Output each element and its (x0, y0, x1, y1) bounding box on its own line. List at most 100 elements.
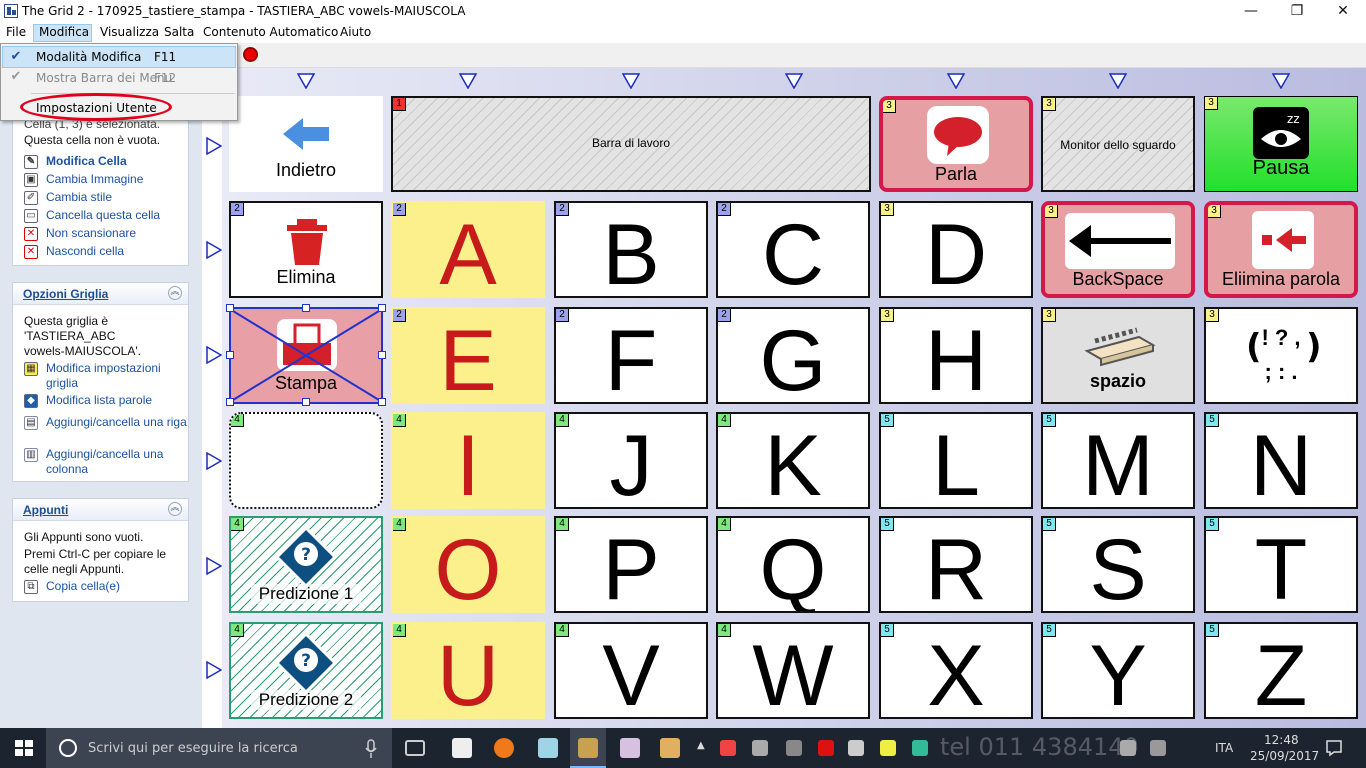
firefox-icon[interactable] (494, 738, 514, 758)
cell-stampa[interactable]: Stampa (229, 307, 383, 404)
menu-file[interactable]: File (6, 25, 26, 39)
column-scan-marker-icon[interactable] (459, 73, 477, 89)
cell-punteggiatura[interactable]: 3 ( ) ! ? , ; : . (1204, 307, 1358, 404)
column-scan-marker-icon[interactable] (297, 73, 315, 89)
app-icon[interactable] (4, 4, 18, 18)
cell-predizione-1[interactable]: 4 ? Predizione 1 (229, 516, 383, 613)
cambia-stile-link[interactable]: ✐ Cambia stile (24, 190, 112, 205)
volume-icon[interactable] (1150, 740, 1166, 756)
menu-visualizza[interactable]: Visualizza (100, 25, 159, 39)
cell-vowel-i[interactable]: 4I (391, 412, 545, 509)
menu-salta[interactable]: Salta (164, 25, 194, 39)
cell-letter-t[interactable]: 5T (1204, 516, 1358, 613)
cancella-cella-link[interactable]: ▭ Cancella questa cella (24, 208, 160, 223)
menu-item-mostra-barra[interactable]: Mostra Barra dei Menu (36, 71, 172, 85)
tray-icon[interactable] (720, 740, 736, 756)
row-scan-marker-icon[interactable] (206, 557, 222, 575)
microphone-icon[interactable] (364, 739, 378, 759)
column-scan-marker-icon[interactable] (1272, 73, 1290, 89)
cell-vowel-o[interactable]: 4O (391, 516, 545, 613)
cell-barra-di-lavoro[interactable]: 1 Barra di lavoro (391, 96, 871, 192)
grid-options-header[interactable]: Opzioni Griglia ︽ (13, 283, 188, 305)
maximize-button[interactable]: ❐ (1274, 0, 1320, 23)
cell-letter-h[interactable]: 3H (879, 307, 1033, 404)
resize-handle[interactable] (302, 304, 310, 312)
copia-celle-link[interactable]: ⧉ Copia cella(e) (24, 579, 120, 594)
cell-letter-r[interactable]: 5R (879, 516, 1033, 613)
menu-aiuto[interactable]: Aiuto (340, 25, 371, 39)
menu-modifica[interactable]: Modifica (39, 25, 89, 39)
minimize-button[interactable]: — (1228, 0, 1274, 23)
app-icon[interactable] (620, 738, 640, 758)
clock-date[interactable]: 25/09/2017 (1250, 749, 1319, 763)
clock-time[interactable]: 12:48 (1264, 733, 1299, 747)
record-icon[interactable] (243, 47, 258, 62)
cell-indietro[interactable]: Indietro (229, 96, 383, 192)
modifica-lista-parole-link[interactable]: ◆ Modifica lista parole (24, 393, 152, 408)
pen-icon[interactable] (1120, 740, 1136, 756)
resize-handle[interactable] (226, 304, 234, 312)
row-scan-marker-icon[interactable] (206, 241, 222, 259)
tray-icon[interactable] (912, 740, 928, 756)
cell-letter-x[interactable]: 5X (879, 622, 1033, 719)
nascondi-cella-link[interactable]: ✕ Nascondi cella (24, 244, 124, 259)
menu-item-modalita-modifica[interactable]: Modalità Modifica (36, 50, 141, 64)
cell-letter-b[interactable]: 2B (554, 201, 708, 298)
modifica-cella-link[interactable]: ✎ Modifica Cella (24, 154, 127, 169)
resize-handle[interactable] (226, 351, 234, 359)
cell-spazio[interactable]: 3 spazio (1041, 307, 1195, 404)
resize-handle[interactable] (378, 304, 386, 312)
cell-letter-s[interactable]: 5S (1041, 516, 1195, 613)
wifi-icon[interactable] (786, 740, 802, 756)
tray-icon[interactable] (848, 740, 864, 756)
cell-letter-v[interactable]: 4V (554, 622, 708, 719)
windows-start-icon[interactable] (15, 740, 33, 756)
collapse-icon[interactable]: ︽ (168, 502, 182, 516)
row-scan-marker-icon[interactable] (206, 661, 222, 679)
cell-letter-m[interactable]: 5M (1041, 412, 1195, 509)
cell-backspace[interactable]: 3 BackSpace (1041, 201, 1195, 298)
cell-letter-c[interactable]: 2C (716, 201, 870, 298)
cell-letter-d[interactable]: 3D (879, 201, 1033, 298)
app-icon[interactable] (660, 738, 680, 758)
modifica-impostazioni-griglia-link[interactable]: ▦ Modifica impostazioni griglia (24, 361, 189, 391)
cell-vowel-a[interactable]: 2A (391, 201, 545, 298)
close-button[interactable]: ✕ (1320, 0, 1366, 23)
resize-handle[interactable] (378, 398, 386, 406)
cell-elimina-parola[interactable]: 3 Eliimina parola (1204, 201, 1358, 298)
cell-letter-y[interactable]: 5Y (1041, 622, 1195, 719)
cell-parla[interactable]: 3 Parla (879, 96, 1033, 192)
aggiungi-colonna-link[interactable]: ▥ Aggiungi/cancella una colonna (24, 447, 189, 477)
cell-monitor-sguardo[interactable]: 3 Monitor dello sguardo (1041, 96, 1195, 192)
cell-letter-p[interactable]: 4P (554, 516, 708, 613)
non-scansionare-link[interactable]: ✕ Non scansionare (24, 226, 136, 241)
cell-letter-l[interactable]: 5L (879, 412, 1033, 509)
row-scan-marker-icon[interactable] (206, 452, 222, 470)
aggiungi-riga-link[interactable]: ▤ Aggiungi/cancella una riga (24, 415, 189, 430)
row-scan-marker-icon[interactable] (206, 137, 222, 155)
cell-pausa[interactable]: 3 zz Pausa (1204, 96, 1358, 192)
language-indicator[interactable]: ITA (1215, 741, 1233, 755)
store-icon[interactable] (452, 738, 472, 758)
cell-vowel-u[interactable]: 4U (391, 622, 545, 719)
column-scan-marker-icon[interactable] (785, 73, 803, 89)
cell-letter-z[interactable]: 5Z (1204, 622, 1358, 719)
cell-letter-k[interactable]: 4K (716, 412, 870, 509)
cell-letter-j[interactable]: 4J (554, 412, 708, 509)
scroll-up-icon[interactable]: ▲ (697, 740, 705, 751)
resize-handle[interactable] (378, 351, 386, 359)
menu-contenuto-automatico[interactable]: Contenuto Automatico (203, 25, 338, 39)
cell-elimina[interactable]: 2 Elimina (229, 201, 383, 298)
cell-letter-f[interactable]: 2F (554, 307, 708, 404)
cell-empty[interactable]: 4 (229, 412, 383, 509)
column-scan-marker-icon[interactable] (1109, 73, 1127, 89)
clipboard-header[interactable]: Appunti ︽ (13, 499, 188, 521)
cell-letter-g[interactable]: 2G (716, 307, 870, 404)
resize-handle[interactable] (226, 398, 234, 406)
resize-handle[interactable] (302, 398, 310, 406)
cell-letter-q[interactable]: 4Q (716, 516, 870, 613)
app-icon[interactable] (538, 738, 558, 758)
task-view-icon[interactable] (405, 740, 425, 756)
tray-icon[interactable] (880, 740, 896, 756)
cell-vowel-e[interactable]: 2E (391, 307, 545, 404)
